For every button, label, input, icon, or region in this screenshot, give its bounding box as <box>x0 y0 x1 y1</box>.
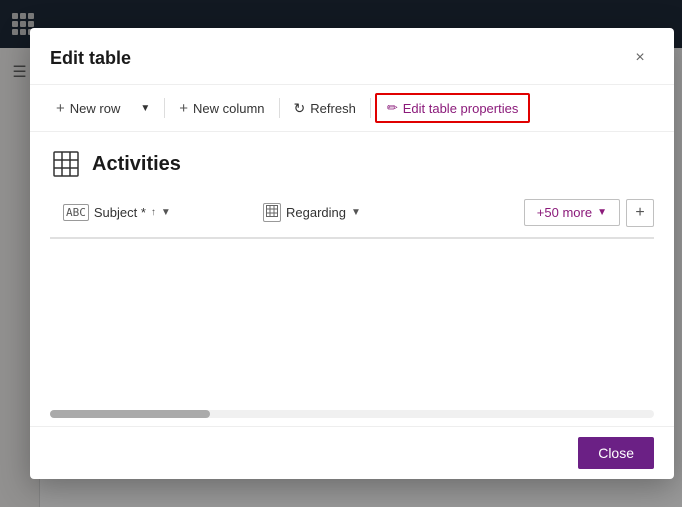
close-button[interactable]: Close <box>578 437 654 469</box>
scrollbar-thumb[interactable] <box>50 410 210 418</box>
chevron-subject-icon: ▼ <box>161 207 171 218</box>
new-column-button[interactable]: + New column <box>169 95 274 122</box>
edit-table-properties-label: Edit table properties <box>403 101 519 116</box>
plus-icon-2: + <box>179 100 188 117</box>
more-columns-button[interactable]: +50 more ▼ <box>524 199 620 226</box>
new-row-button[interactable]: + New row <box>46 95 130 122</box>
chevron-regarding-icon: ▼ <box>351 207 361 218</box>
table-grid-icon <box>50 148 82 180</box>
more-columns-label: +50 more <box>537 205 592 220</box>
chevron-down-icon: ▼ <box>140 103 150 114</box>
refresh-icon: ↻ <box>294 100 306 117</box>
table-header-section: Activities <box>50 148 654 180</box>
modal-header: Edit table × <box>30 28 674 85</box>
regarding-grid-icon <box>263 203 281 222</box>
columns-header-row: ABC Subject * ↑ ▼ Regarding ▼ <box>50 196 654 239</box>
subject-label: Subject * <box>94 205 146 220</box>
table-name: Activities <box>92 153 181 176</box>
chevron-more-icon: ▼ <box>597 207 607 218</box>
edit-table-modal: Edit table × + New row ▼ + New column ↻ … <box>30 28 674 479</box>
modal-title: Edit table <box>50 48 131 69</box>
edit-table-properties-button[interactable]: ✏ Edit table properties <box>375 93 531 123</box>
new-row-label: New row <box>70 101 121 116</box>
toolbar-divider-2 <box>279 98 280 118</box>
new-column-label: New column <box>193 101 265 116</box>
scrollbar-track[interactable] <box>50 410 654 418</box>
pencil-icon: ✏ <box>387 100 398 116</box>
subject-column-header[interactable]: ABC Subject * ↑ ▼ <box>50 197 250 228</box>
abc-icon: ABC <box>63 204 89 221</box>
plus-icon: + <box>56 100 65 117</box>
toolbar-divider-1 <box>164 98 165 118</box>
regarding-label: Regarding <box>286 205 346 220</box>
toolbar-divider-3 <box>370 98 371 118</box>
new-row-dropdown-button[interactable]: ▼ <box>130 98 160 119</box>
refresh-button[interactable]: ↻ Refresh <box>284 95 366 122</box>
modal-footer: Close <box>30 426 674 479</box>
empty-data-area <box>50 239 654 402</box>
refresh-label: Refresh <box>310 101 356 116</box>
modal-close-button[interactable]: × <box>626 44 654 72</box>
plus-col-icon: + <box>635 204 644 222</box>
modal-toolbar: + New row ▼ + New column ↻ Refresh ✏ Edi… <box>30 85 674 132</box>
add-column-button[interactable]: + <box>626 199 654 227</box>
modal-body: Activities ABC Subject * ↑ ▼ <box>30 132 674 402</box>
sort-up-icon: ↑ <box>151 207 156 218</box>
regarding-column-header[interactable]: Regarding ▼ <box>250 196 410 229</box>
scrollbar-area <box>30 402 674 426</box>
